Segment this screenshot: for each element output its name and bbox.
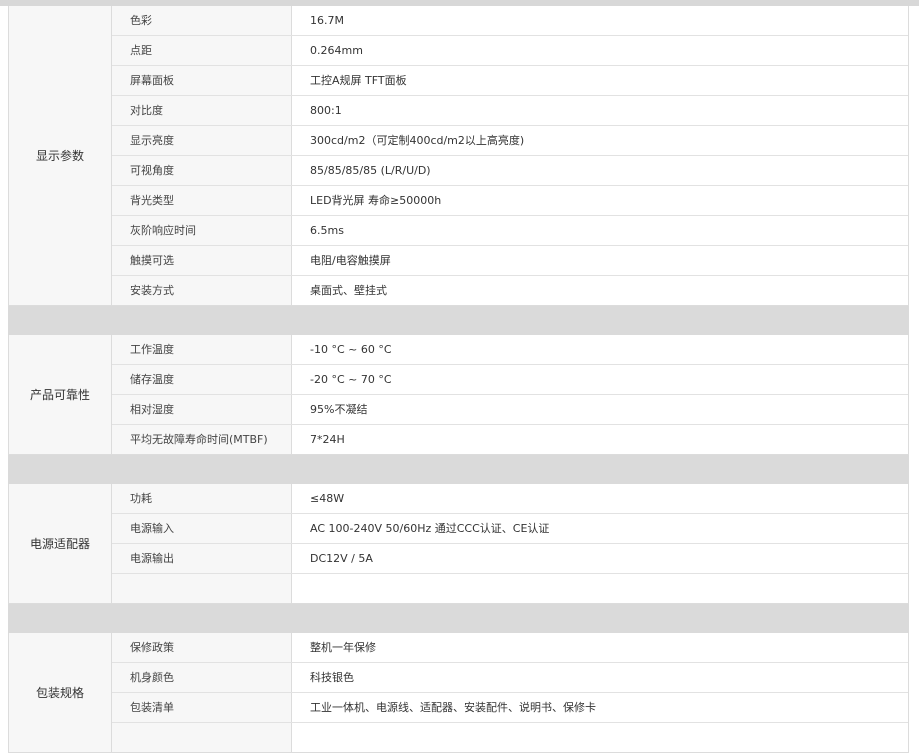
spec-value: 7*24H [310, 433, 345, 446]
spec-key: 相对湿度 [112, 395, 292, 424]
spec-group-display: 显示参数 色彩 16.7M 点距 0.264mm 屏幕面板 工控A规屏 TFT面板 对… [8, 6, 909, 306]
spec-value: 桌面式、壁挂式 [310, 284, 387, 297]
table-row: 显示亮度 300cd/m2（可定制400cd/m2以上高亮度) [112, 126, 908, 156]
table-row: 点距 0.264mm [112, 36, 908, 66]
spec-key: 可视角度 [112, 156, 292, 185]
spec-key: 平均无故障寿命时间(MTBF) [112, 425, 292, 454]
spec-value: 16.7M [310, 14, 344, 27]
table-row: 储存温度 -20 °C ~ 70 °C [112, 365, 908, 395]
spec-value: 电阻/电容触摸屏 [310, 254, 391, 267]
spec-key: 点距 [112, 36, 292, 65]
spec-key: 电源输入 [112, 514, 292, 543]
spec-value: 工业一体机、电源线、适配器、安装配件、说明书、保修卡 [310, 701, 596, 714]
table-row: 保修政策 整机一年保修 [112, 633, 908, 663]
group-separator [8, 455, 909, 484]
spec-value: 科技银色 [310, 671, 354, 684]
group-label: 包装规格 [9, 633, 112, 753]
spec-value: -20 °C ~ 70 °C [310, 373, 392, 386]
spec-key: 显示亮度 [112, 126, 292, 155]
spec-key: 机身颜色 [112, 663, 292, 692]
spec-key: 色彩 [112, 6, 292, 35]
spec-key: 触摸可选 [112, 246, 292, 275]
spec-key: 工作温度 [112, 335, 292, 364]
spec-value: 85/85/85/85 (L/R/U/D) [310, 164, 431, 177]
table-row: 平均无故障寿命时间(MTBF) 7*24H [112, 425, 908, 455]
table-row: 触摸可选 电阻/电容触摸屏 [112, 246, 908, 276]
spec-key [112, 574, 292, 603]
group-rows: 色彩 16.7M 点距 0.264mm 屏幕面板 工控A规屏 TFT面板 对比度 800… [112, 6, 908, 306]
spec-value: AC 100-240V 50/60Hz 通过CCC认证、CE认证 [310, 522, 550, 535]
spec-group-packaging: 包装规格 保修政策 整机一年保修 机身颜色 科技银色 包装清单 工业一体机、电源线、适… [8, 633, 909, 753]
group-rows: 工作温度 -10 °C ~ 60 °C 储存温度 -20 °C ~ 70 °C 相对… [112, 335, 908, 455]
spec-key: 屏幕面板 [112, 66, 292, 95]
table-row: 可视角度 85/85/85/85 (L/R/U/D) [112, 156, 908, 186]
group-label: 电源适配器 [9, 484, 112, 604]
group-separator [8, 604, 909, 633]
table-row: 屏幕面板 工控A规屏 TFT面板 [112, 66, 908, 96]
group-separator [8, 306, 909, 335]
group-label: 显示参数 [9, 6, 112, 306]
spec-value: 300cd/m2（可定制400cd/m2以上高亮度) [310, 134, 525, 147]
table-row: 包装清单 工业一体机、电源线、适配器、安装配件、说明书、保修卡 [112, 693, 908, 723]
spec-value: -10 °C ~ 60 °C [310, 343, 392, 356]
table-row: 机身颜色 科技银色 [112, 663, 908, 693]
table-row: 电源输入 AC 100-240V 50/60Hz 通过CCC认证、CE认证 [112, 514, 908, 544]
table-row [112, 723, 908, 753]
spec-key: 储存温度 [112, 365, 292, 394]
spec-key: 保修政策 [112, 633, 292, 662]
spec-value: DC12V / 5A [310, 552, 373, 565]
spec-value: 95%不凝结 [310, 403, 368, 416]
spec-key: 对比度 [112, 96, 292, 125]
table-row: 工作温度 -10 °C ~ 60 °C [112, 335, 908, 365]
table-row: 背光类型 LED背光屏 寿命≥50000h [112, 186, 908, 216]
table-row: 功耗 ≤48W [112, 484, 908, 514]
spec-value: LED背光屏 寿命≥50000h [310, 194, 442, 207]
spec-value: 6.5ms [310, 224, 344, 237]
spec-key: 电源输出 [112, 544, 292, 573]
spec-table: 显示参数 色彩 16.7M 点距 0.264mm 屏幕面板 工控A规屏 TFT面板 对… [8, 6, 909, 753]
spec-group-reliability: 产品可靠性 工作温度 -10 °C ~ 60 °C 储存温度 -20 °C ~ 70… [8, 335, 909, 455]
group-rows: 功耗 ≤48W 电源输入 AC 100-240V 50/60Hz 通过CCC认证、C… [112, 484, 908, 604]
spec-key: 功耗 [112, 484, 292, 513]
group-rows: 保修政策 整机一年保修 机身颜色 科技银色 包装清单 工业一体机、电源线、适配器、安装… [112, 633, 908, 753]
table-row: 灰阶响应时间 6.5ms [112, 216, 908, 246]
spec-value [292, 723, 908, 752]
table-row: 相对湿度 95%不凝结 [112, 395, 908, 425]
spec-value: 0.264mm [310, 44, 363, 57]
spec-value: 800:1 [310, 104, 342, 117]
table-row: 电源输出 DC12V / 5A [112, 544, 908, 574]
table-row: 色彩 16.7M [112, 6, 908, 36]
table-row: 对比度 800:1 [112, 96, 908, 126]
spec-value: ≤48W [310, 492, 345, 505]
spec-value: 整机一年保修 [310, 641, 376, 654]
spec-value: 工控A规屏 TFT面板 [310, 74, 407, 87]
spec-key: 包装清单 [112, 693, 292, 722]
spec-key [112, 723, 292, 752]
table-row: 安装方式 桌面式、壁挂式 [112, 276, 908, 306]
spec-key: 灰阶响应时间 [112, 216, 292, 245]
spec-value [292, 574, 908, 603]
spec-key: 背光类型 [112, 186, 292, 215]
table-row [112, 574, 908, 604]
group-label: 产品可靠性 [9, 335, 112, 455]
spec-group-power: 电源适配器 功耗 ≤48W 电源输入 AC 100-240V 50/60Hz 通过C… [8, 484, 909, 604]
spec-key: 安装方式 [112, 276, 292, 305]
